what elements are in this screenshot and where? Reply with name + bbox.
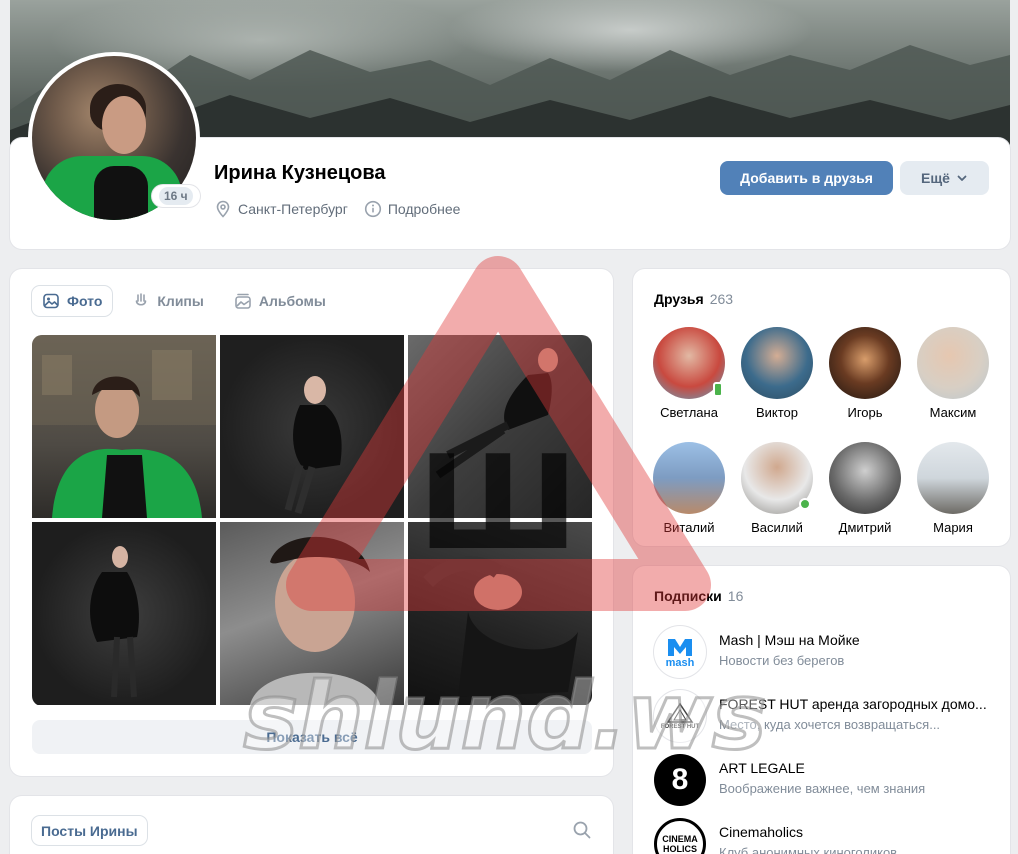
- friends-title[interactable]: Друзья 263: [654, 291, 733, 307]
- last-seen-text: 16 ч: [159, 187, 193, 205]
- art-legale-logo-text: 8: [671, 763, 689, 796]
- forest-hut-logo: FOREST HUT: [654, 690, 706, 742]
- city-label: Санкт-Петербург: [238, 201, 348, 217]
- photo-thumbnail[interactable]: [408, 335, 592, 518]
- subscription-item[interactable]: CINEMA HOLICS Cinemaholics Клуб анонимны…: [654, 818, 994, 854]
- friend-avatar: [917, 442, 989, 514]
- friend-name: Мария: [933, 520, 973, 535]
- mash-logo-text: mash: [665, 656, 695, 669]
- friend-name: Виталий: [663, 520, 715, 535]
- friend-item[interactable]: Дмитрий: [821, 442, 909, 535]
- subscription-name: Mash | Мэш на Мойке: [719, 632, 860, 648]
- friend-avatar: [653, 327, 725, 399]
- subscription-description: Место, куда хочется возвращаться...: [719, 717, 941, 732]
- subscriptions-title[interactable]: Подписки 16: [654, 588, 743, 604]
- friend-avatar: [653, 442, 725, 514]
- mobile-online-icon: [713, 382, 723, 397]
- tab-clips[interactable]: Клипы: [122, 286, 213, 316]
- friends-count: 263: [709, 291, 734, 307]
- friend-item[interactable]: Виталий: [645, 442, 733, 535]
- photo-tabs: Фото Клипы Альбомы: [32, 286, 336, 316]
- friend-item[interactable]: Игорь: [821, 327, 909, 420]
- subscriptions-section: Подписки 16 mash Mash | Мэш на Мойке Ново…: [633, 566, 1010, 854]
- friend-name: Василий: [751, 520, 803, 535]
- profile-meta: Санкт-Петербург Подробнее: [214, 200, 460, 218]
- friend-name: Максим: [929, 405, 977, 420]
- photo-grid: [32, 335, 592, 706]
- friend-avatar: [741, 442, 813, 514]
- more-label: Ещё: [921, 170, 950, 186]
- tab-albums-label: Альбомы: [258, 293, 326, 309]
- subscription-item[interactable]: 8 ART LEGALE Воображение важнее, чем зна…: [654, 754, 994, 818]
- subscriptions-count: 16: [727, 588, 744, 604]
- friend-avatar: [829, 442, 901, 514]
- last-seen-badge: 16 ч: [152, 185, 200, 207]
- friends-grid: Светлана Виктор Игорь Максим Виталий Вас…: [645, 327, 997, 535]
- photos-section: Фото Клипы Альбомы Показать всё: [10, 269, 613, 776]
- clips-icon: [136, 293, 147, 306]
- location-pin-icon: [216, 200, 230, 218]
- posts-section: Посты Ирины: [10, 796, 613, 854]
- subscription-name: FOREST HUT аренда загородных домо...: [719, 696, 987, 712]
- subscription-item[interactable]: FOREST HUT FOREST HUT аренда загородных …: [654, 690, 994, 754]
- photo-thumbnail[interactable]: [220, 522, 404, 705]
- friend-item[interactable]: Мария: [909, 442, 997, 535]
- search-icon: [573, 821, 591, 839]
- details-label: Подробнее: [387, 201, 461, 217]
- show-all-photos-button[interactable]: Показать всё: [32, 720, 592, 754]
- friend-item[interactable]: Светлана: [645, 327, 733, 420]
- info-icon: [364, 200, 381, 218]
- chevron-down-icon: [957, 175, 967, 181]
- friends-title-label: Друзья: [654, 291, 704, 307]
- friend-avatar: [829, 327, 901, 399]
- tab-clips-label: Клипы: [157, 293, 204, 309]
- photo-thumbnail[interactable]: [220, 335, 404, 518]
- art-legale-logo: 8: [654, 754, 706, 806]
- tab-user-posts[interactable]: Посты Ирины: [32, 816, 147, 845]
- friend-name: Виктор: [755, 405, 799, 420]
- subscription-description: Воображение важнее, чем знания: [719, 781, 926, 796]
- mash-logo: mash: [654, 626, 706, 678]
- subscription-item[interactable]: mash Mash | Мэш на Мойке Новости без бер…: [654, 626, 994, 690]
- subscriptions-list: mash Mash | Мэш на Мойке Новости без бер…: [654, 626, 994, 854]
- tab-photos[interactable]: Фото: [32, 286, 112, 316]
- friend-item[interactable]: Максим: [909, 327, 997, 420]
- city-info: Санкт-Петербург: [214, 200, 348, 218]
- subscription-description: Клуб анонимных киноголиков: [719, 845, 898, 854]
- friend-item[interactable]: Василий: [733, 442, 821, 535]
- more-button[interactable]: Ещё: [900, 161, 989, 195]
- subscription-description: Новости без берегов: [719, 653, 845, 668]
- friends-section: Друзья 263 Светлана Виктор Игорь Максим В…: [633, 269, 1010, 546]
- albums-icon: [235, 293, 251, 309]
- tab-albums[interactable]: Альбомы: [224, 286, 336, 316]
- subscription-name: ART LEGALE: [719, 760, 805, 776]
- tab-photos-label: Фото: [67, 293, 103, 309]
- cinemaholics-logo-text: CINEMA HOLICS: [662, 834, 698, 854]
- forest-hut-logo-text: FOREST HUT: [660, 723, 700, 730]
- photo-thumbnail[interactable]: [32, 522, 216, 705]
- friend-name: Светлана: [660, 405, 718, 420]
- online-dot-icon: [799, 498, 811, 510]
- friend-avatar: [917, 327, 989, 399]
- add-friend-button[interactable]: Добавить в друзья: [720, 161, 893, 195]
- details-link[interactable]: Подробнее: [364, 200, 461, 218]
- image-icon: [43, 293, 59, 309]
- cinemaholics-logo: CINEMA HOLICS: [654, 818, 706, 854]
- subscriptions-title-label: Подписки: [654, 588, 722, 604]
- friend-item[interactable]: Виктор: [733, 327, 821, 420]
- friend-name: Игорь: [847, 405, 883, 420]
- posts-search-button[interactable]: [572, 820, 592, 845]
- friend-name: Дмитрий: [838, 520, 892, 535]
- friend-avatar: [741, 327, 813, 399]
- profile-name: Ирина Кузнецова: [214, 162, 386, 184]
- subscription-name: Cinemaholics: [719, 824, 804, 840]
- photo-thumbnail[interactable]: [408, 522, 592, 705]
- photo-thumbnail[interactable]: [32, 335, 216, 518]
